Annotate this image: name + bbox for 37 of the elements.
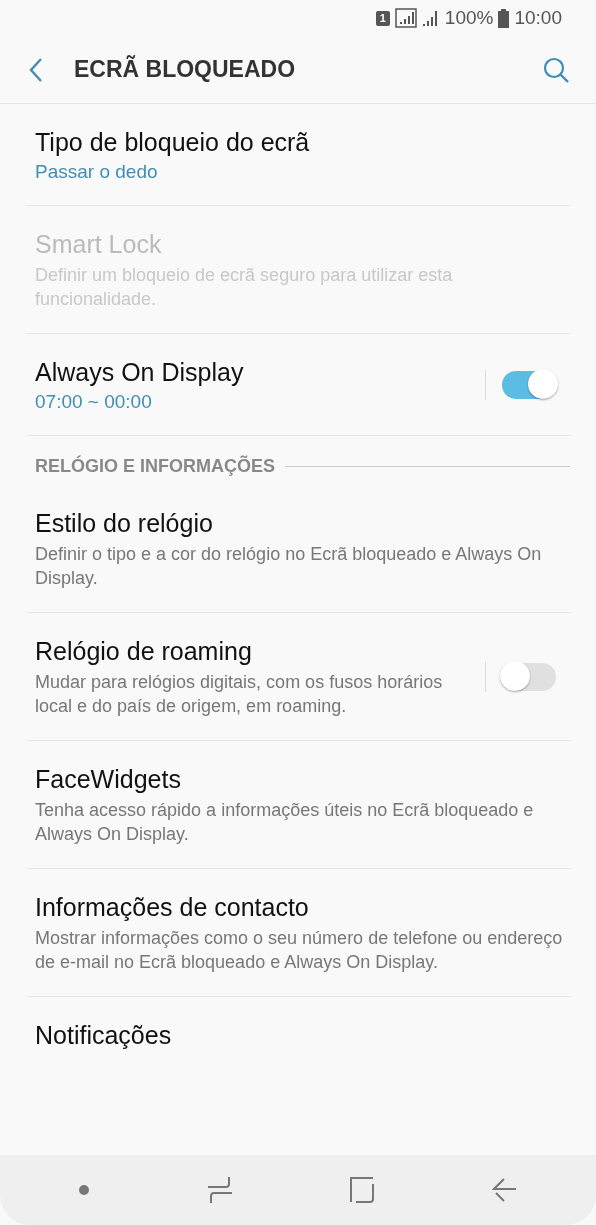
item-title: Estilo do relógio <box>35 508 214 538</box>
settings-item[interactable]: FaceWidgets Tenha acesso rápido a informações úteis no Ecrã bloqueado e Always On Display. <box>26 741 570 869</box>
item-summary: Tenha acesso rápido a informações úteis no Ecrã bloqueado e Always On Display. <box>35 799 535 846</box>
item-title: Notificações <box>35 1020 173 1050</box>
settings-item[interactable]: Informações de contacto Mostrar informações como o seu número de telefone ou endereço de e-mail no Ecrã bloqueado e Always On Display. <box>26 869 570 997</box>
recents-icon[interactable] <box>206 1176 233 1204</box>
item-title: Always On Display <box>35 357 245 387</box>
page-title: ECRÃ BLOQUEADO <box>74 56 297 83</box>
item-title: Relógio de roaming <box>35 636 253 666</box>
item-summary: Mudar para relógios digitais, com os fusos horários local e do país de origem, em roaming. <box>35 671 444 718</box>
item-title: FaceWidgets <box>35 764 182 794</box>
settings-item[interactable]: Always On Display 07:00 ~ 00:00 <box>26 334 570 436</box>
search-icon[interactable] <box>542 55 570 84</box>
signal-icon <box>421 9 440 27</box>
back-icon[interactable] <box>491 1177 518 1203</box>
battery-icon <box>498 8 510 28</box>
signal-icon <box>394 8 417 28</box>
item-value: Passar o dedo <box>35 161 159 183</box>
sim-icon: 1 <box>375 10 390 26</box>
item-value: 07:00 ~ 00:00 <box>35 391 153 413</box>
dot-icon <box>78 1184 91 1196</box>
settings-item[interactable]: Estilo do relógio Definir o tipo e a cor do relógio no Ecrã bloqueado e Always On Display. <box>26 485 570 613</box>
item-title: Informações de contacto <box>35 892 310 922</box>
toggle-switch[interactable] <box>502 662 556 691</box>
clock: 10:00 <box>514 7 562 29</box>
battery-percent: 100% <box>444 7 494 29</box>
settings-item[interactable]: Tipo de bloqueio do ecrã Passar o dedo <box>26 104 570 206</box>
settings-item[interactable]: Relógio de roaming Mudar para relógios digitais, com os fusos horários local e do país de origem, em roaming. <box>26 613 570 741</box>
toggle-switch[interactable] <box>502 370 556 399</box>
settings-item[interactable]: Notificações <box>26 997 570 1072</box>
item-title: Tipo de bloqueio do ecrã <box>35 127 311 157</box>
back-icon[interactable] <box>28 56 44 83</box>
item-summary: Definir o tipo e a cor do relógio no Ecrã bloqueado e Always On Display. <box>35 543 543 590</box>
section-header: RELÓGIO E INFORMAÇÕES <box>35 456 275 477</box>
item-summary: Mostrar informações como o seu número de telefone ou endereço de e-mail no Ecrã bloqueado e Always On Display. <box>35 927 564 974</box>
item-title: Smart Lock <box>35 229 163 259</box>
home-icon[interactable] <box>349 1177 376 1203</box>
